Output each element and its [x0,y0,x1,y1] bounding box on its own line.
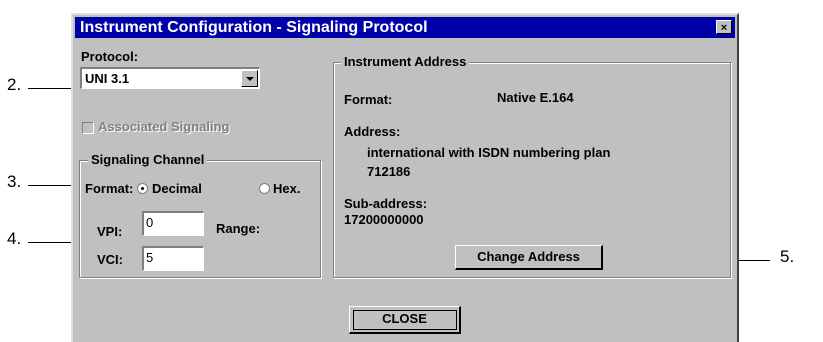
signaling-channel-title: Signaling Channel [88,152,208,167]
channel-format-label: Format: [85,181,134,196]
subaddress-label: Sub-address: [344,196,428,211]
vci-label: VCI: [97,252,123,267]
address-format-value: Native E.164 [497,90,574,105]
vpi-input[interactable]: 0 [142,211,204,236]
instrument-address-title: Instrument Address [341,54,470,69]
close-icon[interactable]: × [716,20,732,34]
dialog-title: Instrument Configuration - Signaling Pro… [80,19,428,36]
protocol-label: Protocol: [81,49,139,64]
callout-3: 3. [7,172,22,191]
format-hex-label[interactable]: Hex. [273,181,300,196]
associated-signaling-label: Associated Signaling [98,119,230,134]
protocol-select[interactable]: UNI 3.1 [80,67,260,89]
protocol-value: UNI 3.1 [85,71,130,86]
subaddress-value: 17200000000 [344,212,424,227]
close-button[interactable]: CLOSE [349,306,461,334]
change-address-button[interactable]: Change Address [455,245,603,270]
range-label: Range: [216,221,261,236]
associated-signaling-checkbox[interactable] [82,122,94,134]
address-format-label: Format: [344,92,393,107]
address-line-2: 712186 [367,164,411,179]
callout-5: 5. [780,247,795,266]
format-decimal-radio[interactable] [137,183,148,194]
title-bar[interactable]: Instrument Configuration - Signaling Pro… [75,17,735,38]
format-hex-radio[interactable] [259,183,270,194]
signaling-protocol-dialog: Instrument Configuration - Signaling Pro… [71,13,739,342]
address-line-1: international with ISDN numbering plan [367,145,611,160]
vpi-label: VPI: [97,224,123,239]
chevron-down-icon[interactable] [241,70,258,87]
format-decimal-label[interactable]: Decimal [152,181,202,196]
callout-4: 4. [7,229,22,248]
callout-2: 2. [7,75,22,94]
vci-input[interactable]: 5 [142,246,204,271]
address-label: Address: [344,124,401,139]
